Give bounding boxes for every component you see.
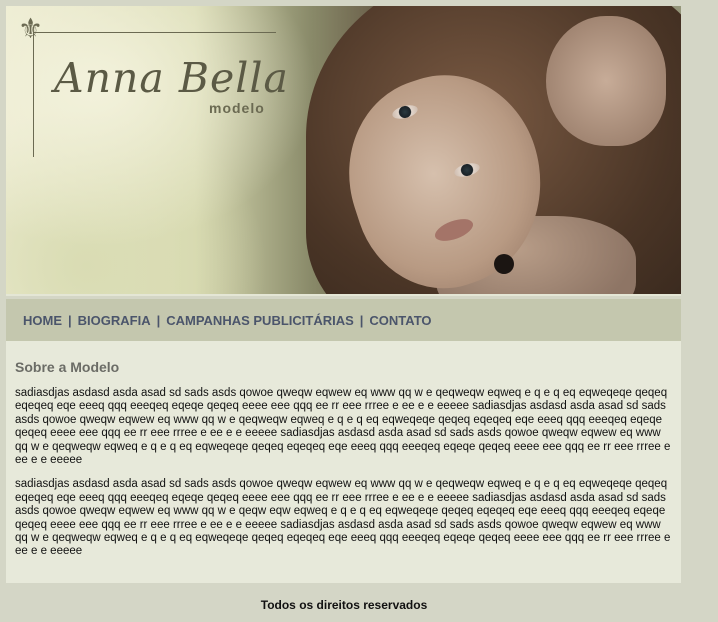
footer-text: Todos os direitos reservados — [260, 598, 428, 612]
paragraph: sadiasdjas asdasd asda asad sd sads asds… — [15, 478, 671, 558]
page-container: ⚜ Anna Bella modelo HOME | BIOGRAFIA | C… — [6, 6, 681, 583]
main-content: Sobre a Modelo sadiasdjas asdasd asda as… — [6, 341, 681, 583]
nav-item-contato[interactable]: CONTATO — [369, 313, 431, 328]
model-photo-earring — [494, 254, 514, 274]
nav-separator: | — [68, 312, 72, 328]
header-bottom-line — [6, 294, 681, 296]
nav-separator: | — [359, 312, 364, 328]
paragraph: sadiasdjas asdasd asda asad sd sads asds… — [15, 387, 671, 467]
model-photo-hand — [546, 16, 666, 146]
header-banner: ⚜ Anna Bella modelo — [6, 6, 681, 296]
fleur-de-lis-icon: ⚜ — [18, 12, 44, 45]
nav-item-home[interactable]: HOME — [23, 313, 62, 328]
nav-separator: | — [156, 312, 161, 328]
section-title: Sobre a Modelo — [15, 359, 120, 375]
logo-brand-subtitle: modelo — [209, 100, 265, 116]
main-navigation: HOME | BIOGRAFIA | CAMPANHAS PUBLICITÁRI… — [6, 299, 681, 341]
logo-brand-name: Anna Bella — [54, 54, 289, 102]
nav-item-biografia[interactable]: BIOGRAFIA — [78, 313, 151, 328]
logo-vertical-rule — [33, 32, 34, 157]
nav-item-campanhas[interactable]: CAMPANHAS PUBLICITÁRIAS — [166, 313, 354, 328]
logo-horizontal-rule — [33, 32, 276, 33]
